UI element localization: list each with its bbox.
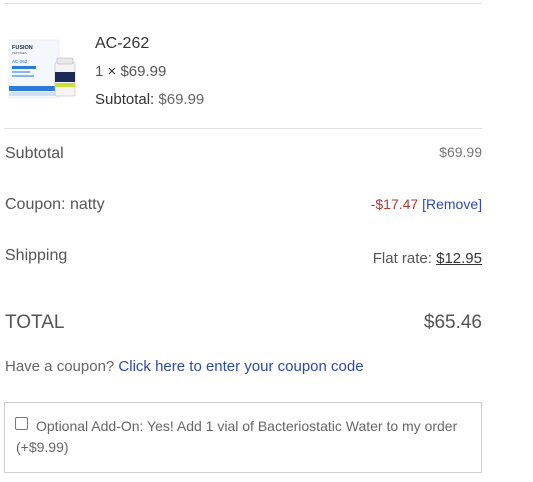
coupon-label: Coupon: natty bbox=[5, 196, 105, 213]
total-label: TOTAL bbox=[5, 312, 65, 333]
product-quantity-price: 1 × $69.99 bbox=[95, 63, 166, 80]
product-qty: 1 bbox=[95, 63, 104, 80]
coupon-discount: -$17.47 bbox=[370, 196, 419, 212]
subtotal-label: Subtotal bbox=[5, 145, 64, 162]
addon-label[interactable]: Optional Add-On: Yes! Add 1 vial of Bact… bbox=[16, 416, 471, 458]
shipping-method: Flat rate: bbox=[372, 250, 432, 267]
remove-coupon-link[interactable]: [Remove] bbox=[422, 196, 482, 212]
shipping-amount: $12.95 bbox=[436, 250, 482, 267]
divider-totals bbox=[4, 128, 482, 129]
coupon-value-row: -$17.47 [Remove] bbox=[371, 196, 482, 212]
image-brand-sub: PEPTIDES bbox=[12, 51, 27, 55]
total-value: $65.46 bbox=[423, 312, 482, 333]
product-subtotal-value: $69.99 bbox=[158, 91, 205, 108]
shipping-label: Shipping bbox=[5, 247, 68, 264]
times-sign: × bbox=[107, 63, 117, 80]
subtotal-value: $69.99 bbox=[439, 144, 482, 160]
product-subtotal: Subtotal: $69.99 bbox=[95, 91, 204, 108]
product-name[interactable]: AC-262 bbox=[95, 35, 149, 53]
shipping-value-row: Flat rate: $12.95 bbox=[373, 250, 482, 267]
product-subtotal-label: Subtotal: bbox=[95, 91, 155, 108]
coupon-prompt-text: Have a coupon? bbox=[5, 358, 115, 375]
product-box-icon: FUSION PEPTIDES AC-262 bbox=[8, 38, 76, 100]
addon-option-box: Optional Add-On: Yes! Add 1 vial of Bact… bbox=[4, 402, 482, 473]
coupon-prompt: Have a coupon? Click here to enter your … bbox=[5, 358, 364, 375]
image-product-name: AC-262 bbox=[12, 59, 28, 64]
product-price: $69.99 bbox=[120, 63, 167, 80]
divider-top bbox=[4, 3, 482, 4]
product-thumbnail[interactable]: FUSION PEPTIDES AC-262 bbox=[8, 38, 78, 100]
enter-coupon-link[interactable]: Click here to enter your coupon code bbox=[118, 358, 363, 375]
